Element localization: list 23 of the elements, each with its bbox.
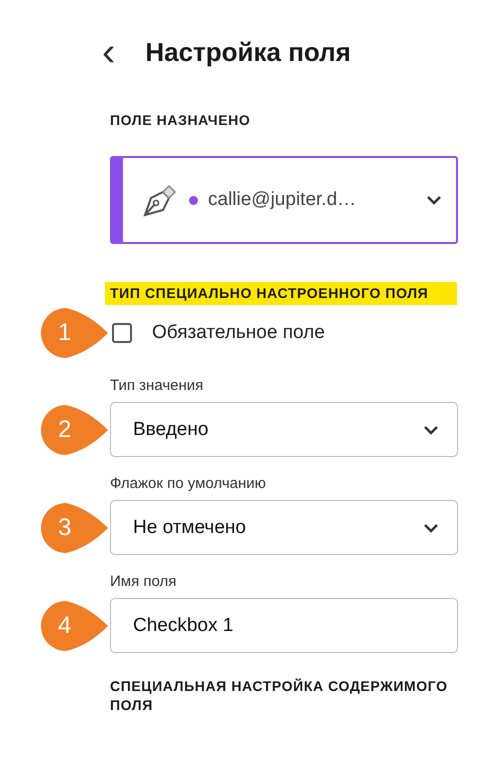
chevron-down-icon: [423, 522, 439, 532]
callout-marker: 2: [38, 404, 110, 456]
checkbox-label: Обязательное поле: [152, 322, 325, 344]
section-heading: ПОЛЕ НАЗНАЧЕНО: [110, 112, 252, 128]
field-name-input[interactable]: Checkbox 1: [110, 598, 458, 653]
back-button[interactable]: ‹: [100, 34, 118, 70]
callout-marker: 4: [38, 600, 110, 652]
field-label: Тип значения: [110, 377, 204, 394]
signer-email: callie@jupiter.d…: [208, 189, 358, 211]
section-heading: ТИП СПЕЦИАЛЬНО НАСТРОЕННОГО ПОЛЯ: [105, 282, 457, 305]
callout-marker: 3: [38, 502, 110, 554]
field-label: Флажок по умолчанию: [110, 475, 267, 492]
callout-marker: 1: [38, 307, 110, 359]
chevron-down-icon: [426, 195, 442, 205]
field-label: Имя поля: [110, 573, 178, 590]
page-title: Настройка поля: [145, 36, 351, 68]
section-heading: СПЕЦИАЛЬНАЯ НАСТРОЙКА СОДЕРЖИМОГО ПОЛЯ: [109, 677, 449, 715]
pen-icon: [141, 182, 179, 218]
chevron-down-icon: [423, 424, 439, 434]
checkbox[interactable]: [112, 323, 132, 343]
value-dropdown[interactable]: Не отмечено: [110, 500, 458, 555]
value-dropdown[interactable]: Введено: [110, 402, 458, 457]
signer-dropdown[interactable]: callie@jupiter.d…: [110, 156, 458, 244]
